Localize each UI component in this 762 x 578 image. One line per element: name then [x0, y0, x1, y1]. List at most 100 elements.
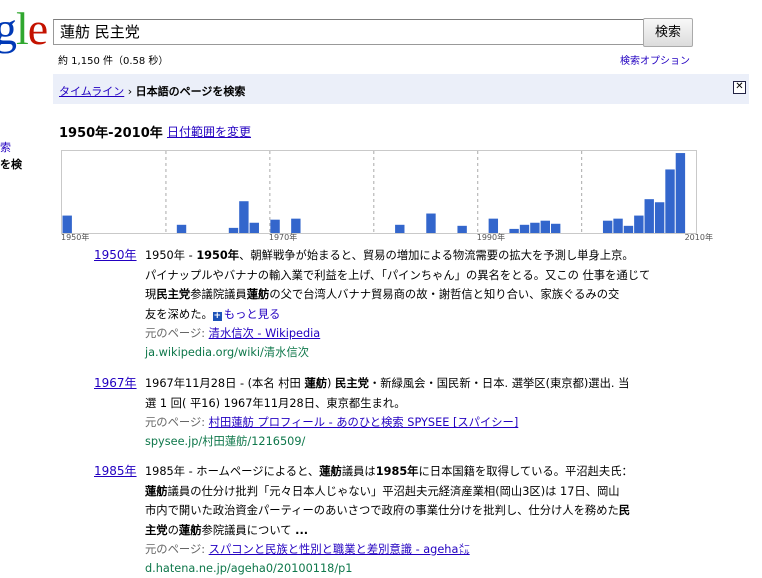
source-page-link[interactable]: 清水信次 - Wikipedia: [209, 327, 321, 340]
chart-bar-1968[interactable]: [249, 222, 259, 233]
chart-bar-2009[interactable]: [675, 153, 686, 233]
snippet-text: ・新緑風会・国民新・日本. 選挙区(東京都)選出. 当: [368, 377, 630, 390]
chart-bar-2006[interactable]: [644, 199, 654, 233]
logo-letter: e: [27, 3, 48, 54]
snippet-line: 現民主党参議院議員蓮舫の父で台湾人バナナ貿易商の故・謝哲信と知り合い、家族ぐるみ…: [145, 285, 690, 305]
chart-bar-1961[interactable]: [176, 224, 187, 233]
chart-bar-1991[interactable]: [488, 218, 499, 233]
chart-bar-1982[interactable]: [395, 224, 405, 233]
change-date-range-link[interactable]: 日付範囲を変更: [167, 123, 251, 140]
breadcrumb: タイムライン › 日本語のページを検索: [59, 83, 245, 99]
result-stats: 約 1,150 件（0.58 秒）: [58, 56, 169, 67]
snippet-text: 1950年 -: [145, 249, 197, 262]
result-snippet: 1950年 - 1950年、朝鮮戦争が始まると、貿易の増加による物流需要の拡大を…: [145, 246, 690, 362]
chart-bar-1950[interactable]: [62, 215, 72, 233]
snippet-text: 市内で開いた政治資金パーティーのあいさつで政府の事業仕分けを批判し、仕分け人を務…: [145, 504, 619, 517]
search-button[interactable]: 検索: [643, 18, 693, 47]
result-url: ja.wikipedia.org/wiki/清水信次: [145, 346, 310, 359]
snippet-highlight: 蓮舫: [246, 288, 270, 301]
chart-bar-2004[interactable]: [623, 225, 634, 233]
google-logo[interactable]: gle: [0, 3, 48, 54]
chart-bar-1988[interactable]: [457, 225, 467, 233]
chart-bar-1994[interactable]: [519, 224, 530, 233]
snippet-text: の父で台湾人バナナ貿易商の故・謝哲信と知り合い、家族ぐるみの交: [269, 288, 620, 301]
result-year-link[interactable]: 1967年: [94, 374, 137, 391]
breadcrumb-separator: ›: [124, 85, 136, 98]
breadcrumb-current: 日本語のページを検索: [135, 85, 246, 98]
expand-plus-icon[interactable]: +: [212, 311, 222, 321]
result-year-link[interactable]: 1950年: [94, 246, 137, 263]
snippet-line: 市内で開いた政治資金パーティーのあいさつで政府の事業仕分けを批判し、仕分け人を務…: [145, 501, 690, 521]
snippet-line: 1950年 - 1950年、朝鮮戦争が始まると、貿易の増加による物流需要の拡大を…: [145, 246, 690, 266]
source-label: 元のページ:: [145, 327, 209, 340]
chart-bar-2005[interactable]: [634, 215, 644, 233]
snippet-line: 友を深めた。+ もっと見る: [145, 305, 690, 325]
snippet-line: 1985年 - ホームページによると、蓮舫議員は1985年に日本国籍を取得してい…: [145, 462, 690, 482]
more-link-label[interactable]: もっと見る: [224, 308, 281, 321]
snippet-highlight: 蓮舫: [178, 523, 202, 537]
source-line: 元のページ: スパコンと民族と性別と職業と差別意識 - ageha㍍: [145, 540, 690, 559]
chart-tick-label: 1990年: [476, 233, 506, 242]
snippet-highlight: 蓮舫: [304, 377, 328, 390]
left-nav-fragment: を検: [0, 158, 22, 171]
chart-bar-1967[interactable]: [239, 201, 249, 233]
search-input[interactable]: 蓮舫 民主党: [53, 19, 650, 45]
advanced-search-link[interactable]: 検索オプション: [620, 52, 690, 67]
source-page-link[interactable]: スパコンと民族と性別と職業と差別意識 - ageha㍍: [209, 543, 470, 556]
result-snippet: 1967年11月28日 - (本名 村田 蓮舫) 民主党・新緑風会・国民新・日本…: [145, 374, 690, 451]
timeline-header-bar: タイムライン › 日本語のページを検索 ✕: [53, 74, 749, 104]
snippet-text: の: [167, 523, 179, 537]
source-line: 元のページ: 村田蓮舫 プロフィール - あのひと検索 SPYSEE [スパイシ…: [145, 413, 690, 432]
snippet-text: 参院議員について: [201, 523, 296, 537]
source-line: 元のページ: 清水信次 - Wikipedia: [145, 324, 690, 343]
result-snippet: 1985年 - ホームページによると、蓮舫議員は1985年に日本国籍を取得してい…: [145, 462, 690, 578]
snippet-line: パイナップルやバナナの輸入業で利益を上げ、「パインちゃん」の異名をとる。又この …: [145, 266, 690, 286]
close-icon[interactable]: ✕: [733, 81, 746, 94]
snippet-highlight: 蓮舫: [319, 465, 342, 478]
source-label: 元のページ:: [145, 416, 209, 429]
timeline-chart-svg: [62, 151, 686, 233]
snippet-highlight: 民: [618, 504, 631, 517]
chart-bar-2007[interactable]: [654, 202, 665, 233]
chart-bar-1995[interactable]: [530, 222, 540, 233]
chart-tick-label: 1970年: [268, 233, 298, 242]
chart-bar-1996[interactable]: [540, 220, 550, 233]
chart-bar-1966[interactable]: [228, 227, 239, 233]
snippet-line: 1967年11月28日 - (本名 村田 蓮舫) 民主党・新緑風会・国民新・日本…: [145, 374, 690, 394]
snippet-highlight: 民主党: [335, 377, 369, 390]
snippet-highlight: 1950年: [196, 249, 240, 262]
snippet-text: 参議院議員: [190, 288, 247, 301]
breadcrumb-timeline-link[interactable]: タイムライン: [59, 85, 124, 98]
chart-bar-1985[interactable]: [426, 213, 436, 233]
logo-letter: l: [16, 3, 29, 54]
snippet-line: 選 1 回( 平16) 1967年11月28日、東京都生まれ。: [145, 394, 690, 414]
chart-tick-label: 2010年: [684, 233, 713, 242]
chart-bar-2008[interactable]: [665, 169, 675, 233]
snippet-highlight: 蓮舫: [145, 484, 168, 498]
result-year-link[interactable]: 1985年: [94, 462, 137, 479]
timeline-chart[interactable]: [61, 150, 697, 234]
chart-bar-2002[interactable]: [602, 220, 613, 233]
left-nav-fragment[interactable]: 索: [0, 139, 11, 155]
logo-letter: g: [0, 3, 17, 54]
chart-bar-1993[interactable]: [509, 228, 519, 233]
source-page-link[interactable]: 村田蓮舫 プロフィール - あのひと検索 SPYSEE [スパイシー]: [209, 416, 519, 429]
snippet-text: 議員の仕分け批判「元々日本人じゃない」平沼赳夫元経済産業相(岡山3区)は 17日…: [167, 484, 620, 498]
snippet-text: に日本国籍を取得している。平沼赳夫氏：: [418, 465, 633, 478]
snippet-line: 主党の蓮舫参院議員について ...: [145, 521, 690, 541]
snippet-text: 現: [145, 288, 157, 301]
snippet-text: 1985年 - ホームページによると、: [145, 465, 320, 478]
snippet-highlight: 主党: [145, 523, 168, 537]
snippet-text: 、朝鮮戦争が始まると、貿易の増加による物流需要の拡大を予測し単身上京。: [239, 249, 634, 262]
more-link[interactable]: + もっと見る: [212, 308, 281, 321]
snippet-highlight: 1985年: [375, 465, 419, 478]
snippet-text: パイナップルやバナナの輸入業で利益を上げ、「パインちゃん」の異名をとる。又この …: [145, 268, 651, 282]
snippet-text: 議員は: [341, 465, 376, 478]
chart-bar-2003[interactable]: [613, 218, 623, 233]
chart-bar-1972[interactable]: [291, 218, 301, 233]
snippet-highlight: 民主党: [156, 288, 191, 301]
date-range-title: 1950年-2010年: [59, 126, 163, 141]
snippet-text: 選 1 回( 平16) 1967年11月28日、東京都生まれ。: [145, 396, 406, 410]
chart-bar-1970[interactable]: [270, 219, 280, 233]
chart-bar-1997[interactable]: [550, 223, 561, 233]
